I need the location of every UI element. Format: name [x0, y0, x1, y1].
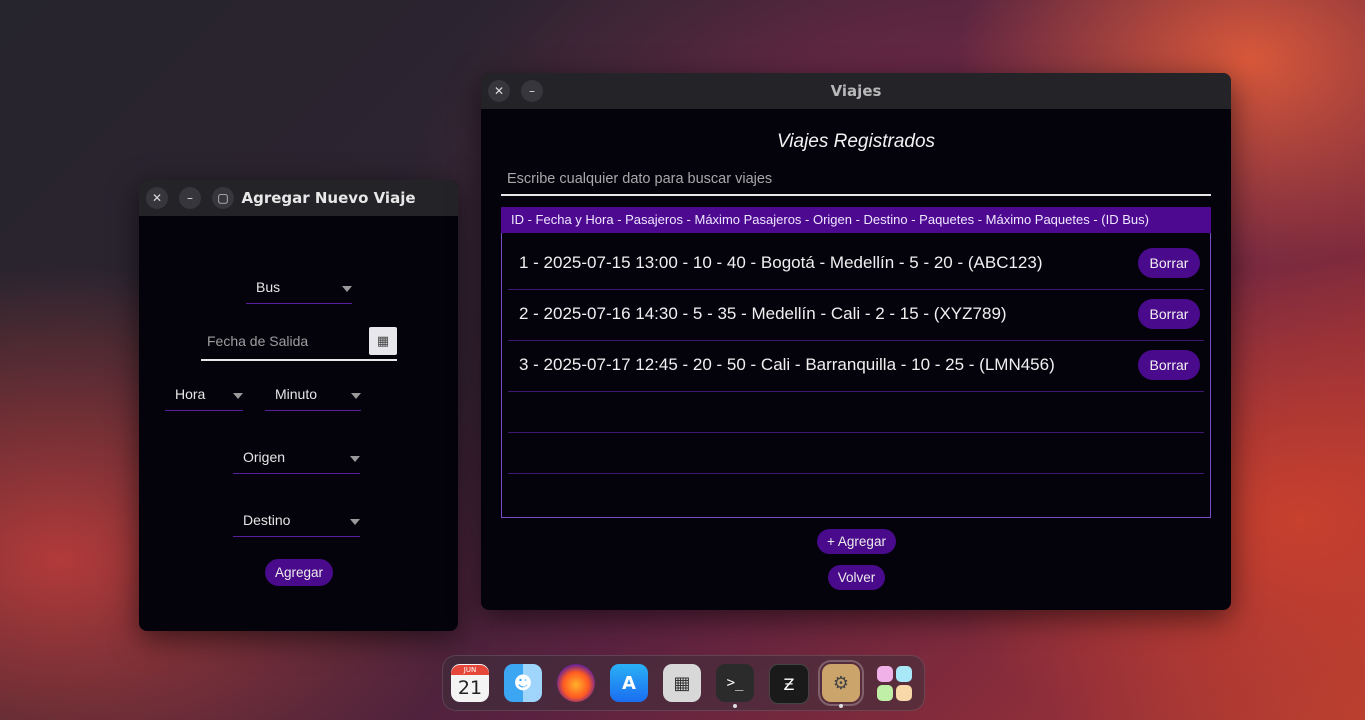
destination-select-label: Destino — [243, 512, 291, 528]
add-trip-window: ✕ – ▢ Agregar Nuevo Viaje Bus Fecha de S… — [139, 180, 458, 631]
hour-select[interactable]: Hora — [165, 382, 243, 411]
app-store-icon[interactable]: A — [610, 664, 648, 702]
minute-select[interactable]: Minuto — [265, 382, 361, 411]
list-item[interactable]: 3 - 2025-07-17 12:45 - 20 - 50 - Cali - … — [508, 340, 1204, 392]
origin-select-label: Origen — [243, 449, 286, 465]
date-placeholder: Fecha de Salida — [207, 333, 309, 349]
table-header: ID - Fecha y Hora - Pasajeros - Máximo P… — [501, 207, 1211, 233]
add-trip-titlebar: ✕ – ▢ Agregar Nuevo Viaje — [139, 180, 458, 216]
running-indicator — [733, 704, 737, 708]
back-button[interactable]: Volver — [828, 565, 885, 590]
bus-select-label: Bus — [256, 279, 281, 295]
system-preferences-icon[interactable]: ⚙ — [818, 660, 864, 706]
chevron-down-icon — [350, 456, 360, 462]
finder-icon[interactable]: ☻ — [504, 664, 542, 702]
list-item — [508, 432, 1204, 474]
page-title: Viajes Registrados — [776, 131, 936, 152]
text-editor-icon[interactable]: Ƶ — [769, 664, 809, 704]
add-trip-button[interactable]: Agregar — [265, 559, 333, 586]
delete-button[interactable]: Borrar — [1138, 248, 1200, 278]
trip-text: 3 - 2025-07-17 12:45 - 20 - 50 - Cali - … — [519, 355, 1055, 374]
bus-select[interactable]: Bus — [246, 275, 352, 304]
calendar-icon[interactable]: ▦ — [369, 327, 397, 355]
trips-list[interactable]: 1 - 2025-07-15 13:00 - 10 - 40 - Bogotá … — [501, 233, 1211, 518]
window-title: Agregar Nuevo Viaje — [241, 189, 416, 207]
trip-text: 1 - 2025-07-15 13:00 - 10 - 40 - Bogotá … — [519, 253, 1043, 272]
hour-select-label: Hora — [175, 386, 206, 402]
calendar-day: 21 — [457, 677, 483, 699]
window-title: Viajes — [830, 82, 882, 100]
calendar-icon[interactable]: JUN 21 — [451, 664, 489, 702]
terminal-icon[interactable]: >_ — [716, 664, 754, 702]
list-item[interactable]: 1 - 2025-07-15 13:00 - 10 - 40 - Bogotá … — [508, 233, 1204, 290]
running-indicator — [839, 704, 843, 708]
chevron-down-icon — [350, 519, 360, 525]
minute-select-label: Minuto — [275, 386, 318, 402]
calendar-month: JUN — [451, 665, 489, 675]
chevron-down-icon — [342, 286, 352, 292]
firefox-icon[interactable] — [557, 664, 595, 702]
dock: JUN 21 ☻ A ▦ >_ Ƶ ⚙ — [442, 655, 925, 711]
calculator-icon[interactable]: ▦ — [663, 664, 701, 702]
launchpad-icon[interactable] — [875, 664, 913, 702]
minimize-icon[interactable]: – — [179, 187, 201, 209]
search-input[interactable] — [501, 166, 1211, 192]
chevron-down-icon — [233, 393, 243, 399]
destination-select[interactable]: Destino — [233, 508, 360, 537]
departure-date-field[interactable]: Fecha de Salida ▦ — [201, 327, 397, 361]
add-trip-button[interactable]: + Agregar — [817, 529, 896, 554]
delete-button[interactable]: Borrar — [1138, 350, 1200, 380]
trip-text: 2 - 2025-07-16 14:30 - 5 - 35 - Medellín… — [519, 304, 1007, 323]
chevron-down-icon — [351, 393, 361, 399]
close-icon[interactable]: ✕ — [146, 187, 168, 209]
delete-button[interactable]: Borrar — [1138, 299, 1200, 329]
list-item — [508, 391, 1204, 433]
trips-titlebar: ✕ – Viajes — [481, 73, 1231, 109]
search-field[interactable] — [501, 166, 1211, 196]
trips-window: ✕ – Viajes Viajes Registrados ID - Fecha… — [481, 73, 1231, 610]
origin-select[interactable]: Origen — [233, 445, 360, 474]
list-item[interactable]: 2 - 2025-07-16 14:30 - 5 - 35 - Medellín… — [508, 289, 1204, 341]
